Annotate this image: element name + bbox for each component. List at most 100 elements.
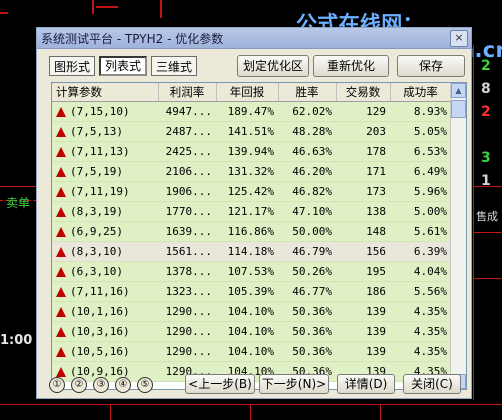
cell-text: 107.53% [227, 265, 274, 278]
cell-text: 4947... [165, 105, 212, 118]
cell-text: 46.20% [292, 165, 332, 178]
cell-text: 47.10% [292, 205, 332, 218]
column-header[interactable]: 利润率 [158, 83, 217, 102]
tab-list-view[interactable]: 列表式 [99, 56, 147, 76]
next-step-button[interactable]: 下一步(N)> [259, 374, 329, 394]
dialog-titlebar[interactable]: 系统测试平台 - TPYH2 - 优化参数 [37, 28, 471, 49]
cell-text: 1290... [165, 325, 212, 338]
column-header[interactable]: 计算参数 [52, 83, 159, 102]
page-1-button[interactable]: ① [49, 377, 65, 393]
up-arrow-icon [56, 147, 66, 157]
value-cell: 50.36% [278, 301, 336, 322]
chart-line [0, 186, 36, 187]
page-3-button[interactable]: ③ [93, 377, 109, 393]
chart-line [0, 404, 502, 405]
reoptimize-button[interactable]: 重新优化 [313, 55, 389, 77]
cell-text: 105.39% [227, 285, 274, 298]
detail-button[interactable]: 详情(D) [337, 374, 395, 394]
cell-text: 4.35% [413, 345, 447, 358]
value-cell: 139 [336, 301, 390, 322]
value-cell: 6.49% [390, 161, 451, 182]
cell-text: 46.82% [292, 185, 332, 198]
cell-text: 104.10% [227, 305, 274, 318]
cell-text: 46.79% [292, 245, 332, 258]
value-cell: 50.26% [278, 261, 336, 282]
cell-text: 1906... [165, 185, 212, 198]
column-header[interactable]: 成功率 [390, 83, 452, 102]
cell-text: 1378... [165, 265, 212, 278]
value-cell: 46.77% [278, 281, 336, 302]
cell-text: 203 [366, 125, 386, 138]
cell-text: 1770... [165, 205, 212, 218]
table-row[interactable]: (7,11,19) 1906... 125.42% 46.82% 173 5.96% [52, 181, 451, 202]
table-row[interactable]: (8,3,19) 1770... 121.17% 47.10% 138 5.00% [52, 201, 451, 222]
up-arrow-icon [56, 267, 66, 277]
cell-text: 50.36% [292, 325, 332, 338]
chart-line [96, 6, 118, 8]
table-row[interactable]: (10,3,16) 1290... 104.10% 50.36% 139 4.35% [52, 321, 451, 342]
table-row[interactable]: (10,1,16) 1290... 104.10% 50.36% 139 4.35% [52, 301, 451, 322]
up-arrow-icon [56, 327, 66, 337]
table-row[interactable]: (7,11,13) 2425... 139.94% 46.63% 178 6.53% [52, 141, 451, 162]
column-header[interactable]: 年回报 [216, 83, 279, 102]
column-header[interactable]: 胜率 [278, 83, 337, 102]
page-2-button[interactable]: ② [71, 377, 87, 393]
cell-text: 148 [366, 225, 386, 238]
value-cell: 48.28% [278, 121, 336, 142]
table-row[interactable]: (7,5,19) 2106... 131.32% 46.20% 171 6.49% [52, 161, 451, 182]
up-arrow-icon [56, 127, 66, 137]
cell-text: 8.93% [413, 105, 447, 118]
value-cell: 171 [336, 161, 390, 182]
save-button[interactable]: 保存 [397, 55, 465, 77]
close-button[interactable]: 关闭(C) [403, 374, 461, 394]
cell-text: 1639... [165, 225, 212, 238]
chart-line [380, 404, 381, 420]
cell-text: (7,5,13) [70, 125, 123, 138]
cell-text: 139 [366, 305, 386, 318]
tab-3d-view[interactable]: 三维式 [151, 56, 197, 76]
table-row[interactable]: (7,11,16) 1323... 105.39% 46.77% 186 5.56% [52, 281, 451, 302]
value-cell: 1639... [158, 221, 216, 242]
scroll-up-icon[interactable]: ▲ [451, 83, 466, 98]
value-cell: 131.32% [216, 161, 278, 182]
up-arrow-icon [56, 367, 66, 377]
chart-line [160, 0, 162, 18]
value-cell: 6.39% [390, 241, 451, 262]
table-row[interactable]: (10,5,16) 1290... 104.10% 50.36% 139 4.35% [52, 341, 451, 362]
value-cell: 8.93% [390, 101, 451, 122]
vertical-scrollbar[interactable]: ▲ ▼ [450, 83, 466, 389]
results-table: 计算参数 利润率 年回报 胜率 交易数 成功率 (7,15,10) 4947...… [52, 83, 452, 382]
chart-line [92, 0, 94, 14]
scroll-thumb[interactable] [451, 100, 466, 118]
table-row[interactable]: (8,3,10) 1561... 114.18% 46.79% 156 6.39% [52, 241, 451, 262]
value-cell: 129 [336, 101, 390, 122]
value-cell: 1290... [158, 321, 216, 342]
param-cell: (8,3,19) [52, 201, 158, 222]
cell-text: 131.32% [227, 165, 274, 178]
cell-text: 186 [366, 285, 386, 298]
value-cell: 1290... [158, 341, 216, 362]
tab-chart-view[interactable]: 图形式 [49, 56, 95, 76]
table-row[interactable]: (6,9,25) 1639... 116.86% 50.00% 148 5.61% [52, 221, 451, 242]
page-4-button[interactable]: ④ [115, 377, 131, 393]
value-cell: 5.05% [390, 121, 451, 142]
cell-text: 6.53% [413, 145, 447, 158]
cell-text: 138 [366, 205, 386, 218]
cell-text: 129 [366, 105, 386, 118]
table-row[interactable]: (7,5,13) 2487... 141.51% 48.28% 203 5.05% [52, 121, 451, 142]
cell-text: 48.28% [292, 125, 332, 138]
sell-order-label: 卖单 [6, 196, 31, 210]
divide-region-button[interactable]: 划定优化区 [237, 55, 309, 77]
value-cell: 4.35% [390, 321, 451, 342]
value-cell: 125.42% [216, 181, 278, 202]
cell-text: 50.26% [292, 265, 332, 278]
page-5-button[interactable]: ⑤ [137, 377, 153, 393]
prev-step-button[interactable]: <上一步(B) [185, 374, 255, 394]
value-cell: 46.63% [278, 141, 336, 162]
axis-value: 8 [481, 81, 491, 97]
close-icon[interactable]: × [450, 30, 468, 47]
column-header[interactable]: 交易数 [336, 83, 391, 102]
cell-text: (10,1,16) [70, 305, 130, 318]
table-row[interactable]: (7,15,10) 4947... 189.47% 62.02% 129 8.93% [52, 101, 451, 122]
table-row[interactable]: (6,3,10) 1378... 107.53% 50.26% 195 4.04% [52, 261, 451, 282]
